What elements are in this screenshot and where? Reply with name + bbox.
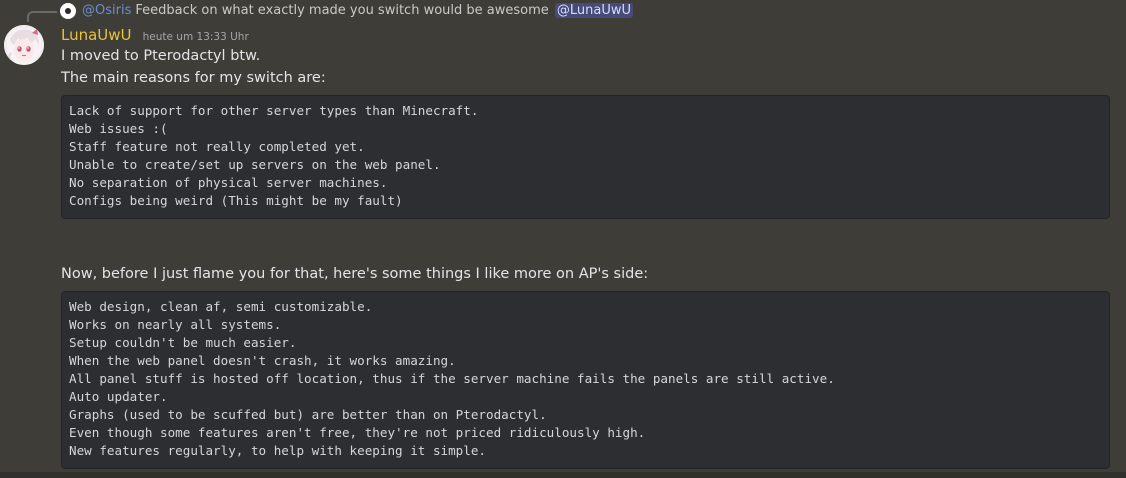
message-line: I moved to Pterodactyl btw. xyxy=(61,48,261,64)
message-line: The main reasons for my switch are: xyxy=(61,70,326,86)
reply-preview[interactable]: @Osiris Feedback on what exactly made you… xyxy=(24,0,1114,22)
code-block-likes: Web design, clean af, semi customizable.… xyxy=(61,291,1110,469)
code-line: All panel stuff is hosted off location, … xyxy=(69,371,835,386)
avatar[interactable] xyxy=(4,25,44,65)
code-line: Staff feature not really completed yet. xyxy=(69,139,365,154)
reply-avatar-icon xyxy=(65,8,71,14)
code-line: Even though some features aren't free, t… xyxy=(69,425,646,440)
code-line: Web issues :( xyxy=(69,121,168,136)
code-block-reasons: Lack of support for other server types t… xyxy=(61,95,1110,219)
reply-text[interactable]: @Osiris Feedback on what exactly made you… xyxy=(82,3,634,19)
code-line: Web design, clean af, semi customizable. xyxy=(69,299,373,314)
avatar-anime-girl-icon xyxy=(4,25,44,65)
reply-mentioned-user[interactable]: @Osiris xyxy=(82,3,131,18)
reply-avatar[interactable] xyxy=(60,3,76,19)
reply-mention-name: Osiris xyxy=(95,3,132,18)
code-line: No separation of physical server machine… xyxy=(69,175,388,190)
message-header: LunaUwU heute um 13:33 Uhr xyxy=(61,25,249,45)
message-line: Now, before I just flame you for that, h… xyxy=(61,266,649,282)
reply-spine xyxy=(27,11,57,22)
reply-mention-prefix: @ xyxy=(82,3,95,18)
code-line: Unable to create/set up servers on the w… xyxy=(69,157,441,172)
bottom-divider xyxy=(0,472,1126,478)
code-line: When the web panel doesn't crash, it wor… xyxy=(69,353,456,368)
code-line: Graphs (used to be scuffed but) are bett… xyxy=(69,407,547,422)
reply-mention-tag[interactable]: @LunaUwU xyxy=(554,3,634,18)
code-line: New features regularly, to help with kee… xyxy=(69,443,487,458)
code-line: Works on nearly all systems. xyxy=(69,317,282,332)
author-name[interactable]: LunaUwU xyxy=(61,26,132,44)
code-line: Configs being weird (This might be my fa… xyxy=(69,193,403,208)
reply-content: Feedback on what exactly made you switch… xyxy=(135,3,549,18)
code-line: Auto updater. xyxy=(69,389,168,404)
code-line: Setup couldn't be much easier. xyxy=(69,335,297,350)
code-line: Lack of support for other server types t… xyxy=(69,103,479,118)
message-timestamp[interactable]: heute um 13:33 Uhr xyxy=(143,31,249,43)
